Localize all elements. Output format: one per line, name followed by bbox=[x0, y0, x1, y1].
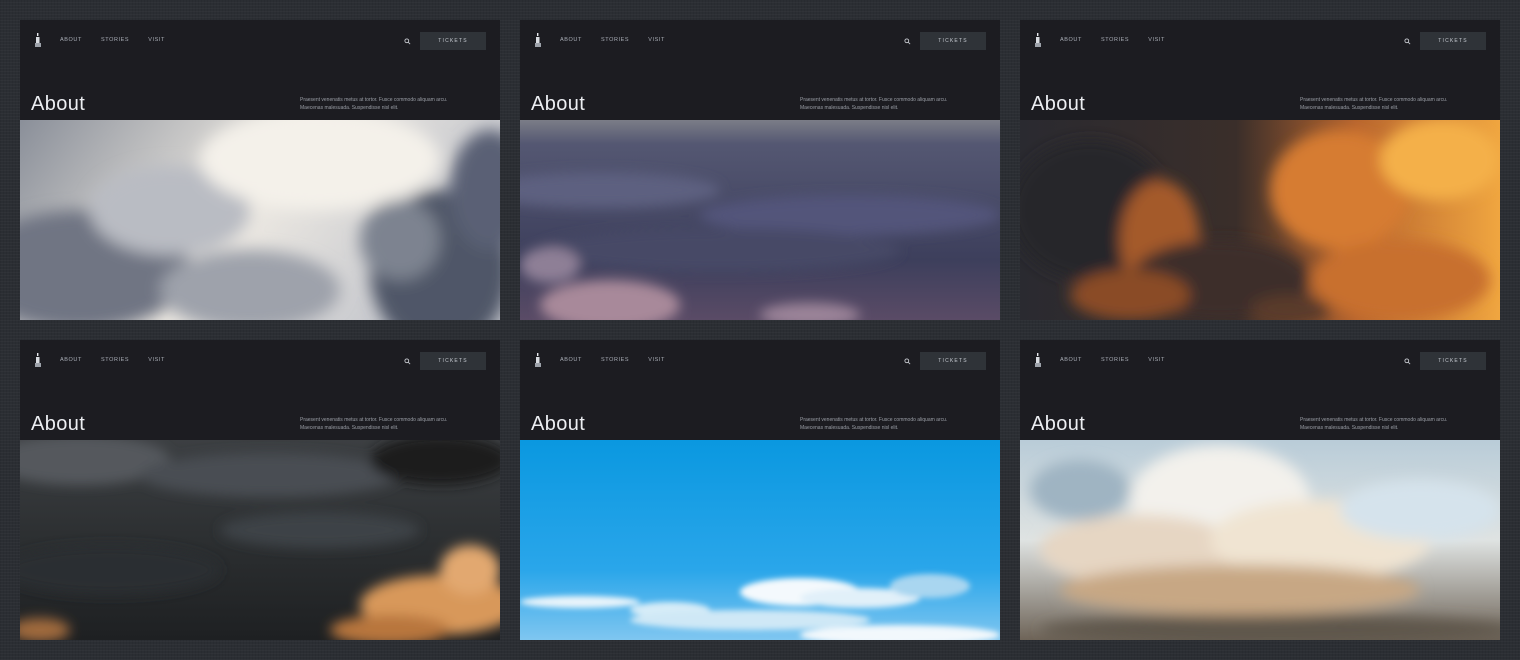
main-nav: ABOUT STORIES VISIT bbox=[60, 357, 184, 363]
hero-image bbox=[520, 120, 1000, 320]
nav-link-stories[interactable]: STORIES bbox=[601, 37, 629, 43]
main-nav: ABOUT STORIES VISIT bbox=[60, 37, 184, 43]
website-card-blue-sky: ABOUT STORIES VISIT TICKETS About Praese… bbox=[520, 340, 1000, 640]
nav-link-about[interactable]: ABOUT bbox=[60, 357, 82, 363]
page-title: About bbox=[531, 413, 586, 435]
intro-text: Praesent venenatis metus at tortor. Fusc… bbox=[300, 417, 448, 431]
tickets-button[interactable]: TICKETS bbox=[420, 32, 486, 50]
intro-text: Praesent venenatis metus at tortor. Fusc… bbox=[800, 97, 948, 111]
hero-image bbox=[20, 120, 500, 320]
website-card-pastel: ABOUT STORIES VISIT TICKETS About Praese… bbox=[1020, 340, 1500, 640]
page-title: About bbox=[531, 93, 586, 115]
page-title: About bbox=[1031, 413, 1086, 435]
website-card-sunset: ABOUT STORIES VISIT TICKETS About Praese… bbox=[1020, 20, 1500, 320]
nav-link-about[interactable]: ABOUT bbox=[560, 357, 582, 363]
page-title: About bbox=[31, 93, 86, 115]
main-nav: ABOUT STORIES VISIT bbox=[560, 357, 684, 363]
hero-image bbox=[1020, 440, 1500, 640]
logo-icon[interactable] bbox=[1033, 352, 1043, 368]
nav-link-visit[interactable]: VISIT bbox=[648, 37, 665, 43]
search-icon[interactable] bbox=[404, 38, 411, 45]
hero-image bbox=[1020, 120, 1500, 320]
nav-link-visit[interactable]: VISIT bbox=[148, 357, 165, 363]
main-nav: ABOUT STORIES VISIT bbox=[1060, 357, 1184, 363]
intro-text: Praesent venenatis metus at tortor. Fusc… bbox=[300, 97, 448, 111]
logo-icon[interactable] bbox=[1033, 32, 1043, 48]
nav-link-stories[interactable]: STORIES bbox=[101, 37, 129, 43]
logo-icon[interactable] bbox=[533, 352, 543, 368]
hero-image bbox=[20, 440, 500, 640]
search-icon[interactable] bbox=[1404, 358, 1411, 365]
intro-text: Praesent venenatis metus at tortor. Fusc… bbox=[1300, 97, 1448, 111]
nav-link-stories[interactable]: STORIES bbox=[1101, 37, 1129, 43]
tickets-button[interactable]: TICKETS bbox=[920, 352, 986, 370]
website-card-storm: ABOUT STORIES VISIT TICKETS About Praese… bbox=[20, 340, 500, 640]
intro-text: Praesent venenatis metus at tortor. Fusc… bbox=[800, 417, 948, 431]
nav-link-about[interactable]: ABOUT bbox=[1060, 37, 1082, 43]
nav-link-stories[interactable]: STORIES bbox=[101, 357, 129, 363]
nav-link-visit[interactable]: VISIT bbox=[1148, 37, 1165, 43]
search-icon[interactable] bbox=[904, 38, 911, 45]
website-card-dusk: ABOUT STORIES VISIT TICKETS About Praese… bbox=[520, 20, 1000, 320]
page-title: About bbox=[1031, 93, 1086, 115]
nav-link-about[interactable]: ABOUT bbox=[60, 37, 82, 43]
nav-link-visit[interactable]: VISIT bbox=[148, 37, 165, 43]
tickets-button[interactable]: TICKETS bbox=[1420, 352, 1486, 370]
search-icon[interactable] bbox=[404, 358, 411, 365]
logo-icon[interactable] bbox=[533, 32, 543, 48]
main-nav: ABOUT STORIES VISIT bbox=[1060, 37, 1184, 43]
tickets-button[interactable]: TICKETS bbox=[420, 352, 486, 370]
nav-link-stories[interactable]: STORIES bbox=[601, 357, 629, 363]
logo-icon[interactable] bbox=[33, 32, 43, 48]
page-title: About bbox=[31, 413, 86, 435]
logo-icon[interactable] bbox=[33, 352, 43, 368]
nav-link-about[interactable]: ABOUT bbox=[1060, 357, 1082, 363]
nav-link-stories[interactable]: STORIES bbox=[1101, 357, 1129, 363]
search-icon[interactable] bbox=[1404, 38, 1411, 45]
intro-text: Praesent venenatis metus at tortor. Fusc… bbox=[1300, 417, 1448, 431]
search-icon[interactable] bbox=[904, 358, 911, 365]
website-card-overcast: ABOUT STORIES VISIT TICKETS About Praese… bbox=[20, 20, 500, 320]
main-nav: ABOUT STORIES VISIT bbox=[560, 37, 684, 43]
tickets-button[interactable]: TICKETS bbox=[1420, 32, 1486, 50]
tickets-button[interactable]: TICKETS bbox=[920, 32, 986, 50]
nav-link-about[interactable]: ABOUT bbox=[560, 37, 582, 43]
nav-link-visit[interactable]: VISIT bbox=[1148, 357, 1165, 363]
hero-image bbox=[520, 440, 1000, 640]
nav-link-visit[interactable]: VISIT bbox=[648, 357, 665, 363]
